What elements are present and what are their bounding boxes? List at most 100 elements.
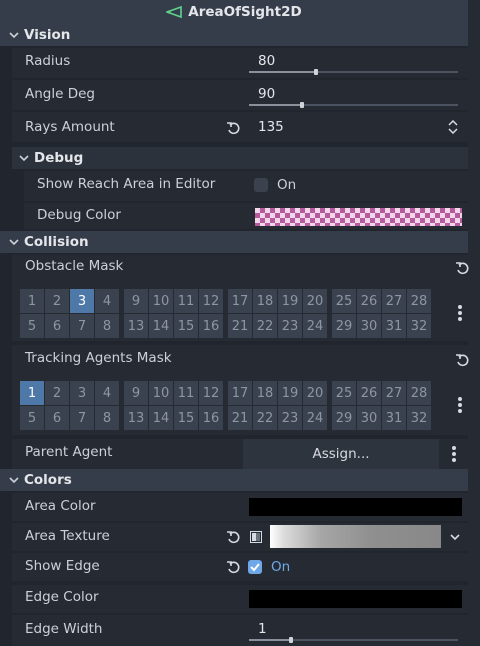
layer-cell-30[interactable]: 30 xyxy=(357,406,381,430)
revert-icon[interactable] xyxy=(226,530,240,544)
slider-handle[interactable] xyxy=(289,637,293,643)
layer-cell-21[interactable]: 21 xyxy=(228,406,252,430)
layer-cell-28[interactable]: 28 xyxy=(407,381,431,405)
layer-cell-21[interactable]: 21 xyxy=(228,314,252,338)
revert-icon[interactable] xyxy=(455,261,469,275)
layer-cell-17[interactable]: 17 xyxy=(228,289,252,313)
layer-cell-11[interactable]: 11 xyxy=(174,289,198,313)
layer-cell-19[interactable]: 19 xyxy=(278,381,302,405)
edge-color-swatch[interactable] xyxy=(249,590,462,608)
layer-cell-18[interactable]: 18 xyxy=(253,381,277,405)
layer-cell-18[interactable]: 18 xyxy=(253,289,277,313)
radius-slider[interactable] xyxy=(249,69,458,75)
layer-cell-3[interactable]: 3 xyxy=(70,381,94,405)
section-colors[interactable]: Colors xyxy=(0,469,468,491)
area-color-swatch[interactable] xyxy=(249,498,462,516)
inspector-scrollbar[interactable] xyxy=(468,0,480,646)
layer-cell-27[interactable]: 27 xyxy=(382,289,406,313)
layer-cell-5[interactable]: 5 xyxy=(20,314,44,338)
layer-cell-14[interactable]: 14 xyxy=(149,314,173,338)
layer-cell-29[interactable]: 29 xyxy=(332,406,356,430)
layer-cell-27[interactable]: 27 xyxy=(382,381,406,405)
layer-cell-4[interactable]: 4 xyxy=(95,381,119,405)
layer-cell-23[interactable]: 23 xyxy=(278,314,302,338)
layer-cell-14[interactable]: 14 xyxy=(149,406,173,430)
layer-cell-9[interactable]: 9 xyxy=(124,289,148,313)
layer-cell-6[interactable]: 6 xyxy=(45,314,69,338)
layer-cell-24[interactable]: 24 xyxy=(303,314,327,338)
layer-cell-28[interactable]: 28 xyxy=(407,289,431,313)
layer-cell-24[interactable]: 24 xyxy=(303,406,327,430)
assign-button[interactable]: Assign... xyxy=(243,439,439,469)
rays-amount-value[interactable]: 135 xyxy=(258,119,284,135)
layer-cell-15[interactable]: 15 xyxy=(174,314,198,338)
more-options-icon[interactable] xyxy=(458,305,462,321)
layer-cell-1[interactable]: 1 xyxy=(20,289,44,313)
layer-cell-13[interactable]: 13 xyxy=(124,314,148,338)
layer-cell-4[interactable]: 4 xyxy=(95,289,119,313)
layer-cell-12[interactable]: 12 xyxy=(199,381,223,405)
section-vision[interactable]: Vision xyxy=(0,24,468,46)
layer-cell-10[interactable]: 10 xyxy=(149,381,173,405)
layer-cell-8[interactable]: 8 xyxy=(95,406,119,430)
layer-cell-9[interactable]: 9 xyxy=(124,381,148,405)
layer-cell-25[interactable]: 25 xyxy=(332,289,356,313)
property-label: Parent Agent xyxy=(25,444,113,460)
layer-cell-29[interactable]: 29 xyxy=(332,314,356,338)
layer-cell-22[interactable]: 22 xyxy=(253,314,277,338)
area-texture-preview[interactable] xyxy=(270,525,441,548)
layer-cell-5[interactable]: 5 xyxy=(20,406,44,430)
layer-cell-15[interactable]: 15 xyxy=(174,406,198,430)
layer-cell-32[interactable]: 32 xyxy=(407,406,431,430)
revert-icon[interactable] xyxy=(226,121,240,135)
chevron-down-icon xyxy=(19,155,29,162)
layer-cell-7[interactable]: 7 xyxy=(70,406,94,430)
layer-cell-20[interactable]: 20 xyxy=(303,381,327,405)
chevron-down-icon[interactable] xyxy=(449,532,461,542)
layer-cell-8[interactable]: 8 xyxy=(95,314,119,338)
layer-cell-17[interactable]: 17 xyxy=(228,381,252,405)
radius-value[interactable]: 80 xyxy=(258,53,275,69)
angle-deg-value[interactable]: 90 xyxy=(258,86,275,102)
layer-cell-31[interactable]: 31 xyxy=(382,406,406,430)
layer-cell-12[interactable]: 12 xyxy=(199,289,223,313)
spin-arrows-icon[interactable] xyxy=(448,120,458,134)
layer-cell-32[interactable]: 32 xyxy=(407,314,431,338)
slider-handle[interactable] xyxy=(314,69,318,75)
show-reach-checkbox[interactable] xyxy=(254,178,268,192)
layer-cell-16[interactable]: 16 xyxy=(199,406,223,430)
edge-width-value[interactable]: 1 xyxy=(258,621,267,637)
layer-cell-26[interactable]: 26 xyxy=(357,381,381,405)
layer-cell-26[interactable]: 26 xyxy=(357,289,381,313)
layer-cell-2[interactable]: 2 xyxy=(45,289,69,313)
property-show-edge: Show Edge xyxy=(12,553,468,581)
layer-cell-31[interactable]: 31 xyxy=(382,314,406,338)
edge-width-slider[interactable] xyxy=(249,637,458,643)
revert-icon[interactable] xyxy=(226,560,240,574)
slider-handle[interactable] xyxy=(300,102,304,108)
layer-cell-16[interactable]: 16 xyxy=(199,314,223,338)
more-options-icon[interactable] xyxy=(458,397,462,413)
layer-cell-1[interactable]: 1 xyxy=(20,381,44,405)
layer-cell-11[interactable]: 11 xyxy=(174,381,198,405)
section-collision[interactable]: Collision xyxy=(0,231,468,253)
layer-cell-2[interactable]: 2 xyxy=(45,381,69,405)
show-edge-checkbox[interactable] xyxy=(248,560,262,574)
property-label: Rays Amount xyxy=(25,119,115,135)
layer-cell-6[interactable]: 6 xyxy=(45,406,69,430)
layer-cell-22[interactable]: 22 xyxy=(253,406,277,430)
layer-cell-23[interactable]: 23 xyxy=(278,406,302,430)
layer-cell-19[interactable]: 19 xyxy=(278,289,302,313)
debug-color-swatch[interactable] xyxy=(255,208,462,226)
more-options-icon[interactable] xyxy=(452,446,456,462)
layer-cell-3[interactable]: 3 xyxy=(70,289,94,313)
layer-cell-30[interactable]: 30 xyxy=(357,314,381,338)
layer-cell-20[interactable]: 20 xyxy=(303,289,327,313)
section-debug[interactable]: Debug xyxy=(12,147,468,169)
layer-cell-25[interactable]: 25 xyxy=(332,381,356,405)
angle-deg-slider[interactable] xyxy=(249,102,458,108)
layer-cell-7[interactable]: 7 xyxy=(70,314,94,338)
revert-icon[interactable] xyxy=(455,353,469,367)
layer-cell-13[interactable]: 13 xyxy=(124,406,148,430)
layer-cell-10[interactable]: 10 xyxy=(149,289,173,313)
